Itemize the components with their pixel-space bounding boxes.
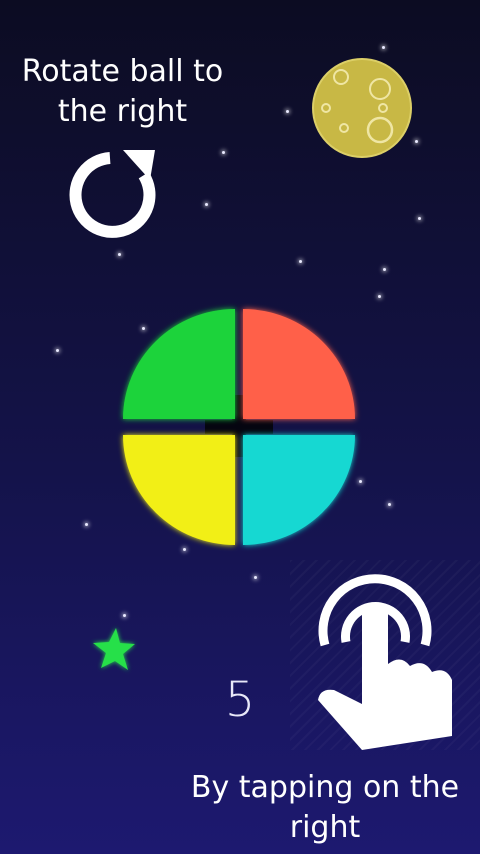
ball-quadrant-top-right xyxy=(243,309,355,419)
tap-instruction: By tapping on the right xyxy=(170,768,480,848)
score-counter: 5 xyxy=(224,672,256,728)
ball-quadrant-top-left xyxy=(123,309,235,419)
instruction-line: right xyxy=(289,810,361,845)
ball-quadrant-bottom-left xyxy=(123,435,235,545)
instruction-line: By tapping on the xyxy=(190,770,460,805)
ball-quadrant-bottom-right xyxy=(243,435,355,545)
tap-zone[interactable] xyxy=(290,560,480,750)
